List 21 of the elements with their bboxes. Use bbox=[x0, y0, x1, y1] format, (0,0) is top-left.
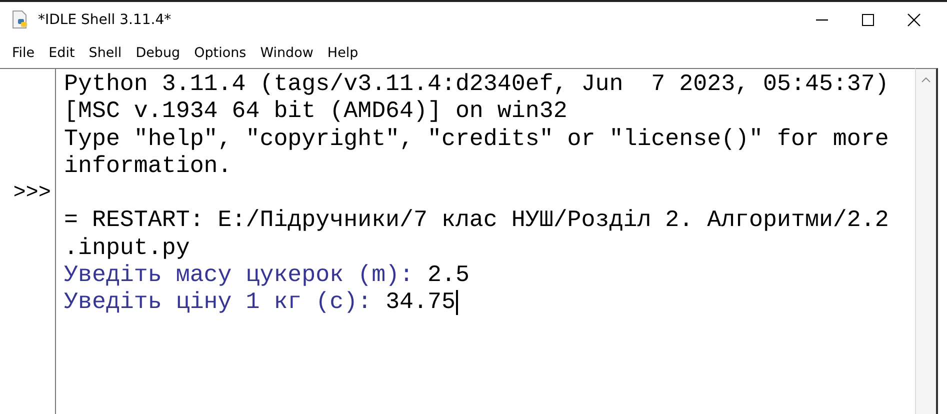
output-line: [MSC v.1934 64 bit (AMD64)] on win32 bbox=[64, 98, 568, 124]
input-value: 34.75 bbox=[386, 289, 456, 316]
menu-item[interactable]: File bbox=[5, 43, 42, 63]
scrollbar[interactable] bbox=[915, 68, 938, 414]
output-line: information. bbox=[64, 152, 232, 179]
output-line: Type "help", "copyright", "credits" or "license()" for more bbox=[64, 126, 889, 152]
menu-item[interactable]: Window bbox=[253, 43, 320, 63]
menu-item[interactable]: Debug bbox=[128, 43, 188, 63]
output-line: .input.py bbox=[64, 234, 190, 261]
app-icon bbox=[12, 10, 30, 30]
menu-item[interactable]: Edit bbox=[42, 43, 82, 63]
input-prompt: Уведіть ціну 1 кг (c): bbox=[64, 289, 372, 316]
output-line: Python 3.11.4 (tags/v3.11.4:d2340ef, Jun 7 2023, 05:45:37) bbox=[64, 71, 889, 97]
input-value: 2.5 bbox=[428, 262, 470, 288]
menu-item[interactable]: Shell bbox=[82, 43, 129, 63]
input-prompt: Уведіть масу цукерок (m): bbox=[64, 262, 414, 288]
menu-item[interactable]: Help bbox=[320, 43, 366, 63]
output-line: = RESTART: E:/Підручники/7 клас НУШ/Розділ 2. Алгоритми/2.2 bbox=[64, 207, 889, 234]
window-title: *IDLE Shell 3.11.4* bbox=[38, 12, 172, 28]
shell-prompt: >>> bbox=[13, 182, 51, 206]
menu-item[interactable]: Options bbox=[187, 43, 254, 63]
